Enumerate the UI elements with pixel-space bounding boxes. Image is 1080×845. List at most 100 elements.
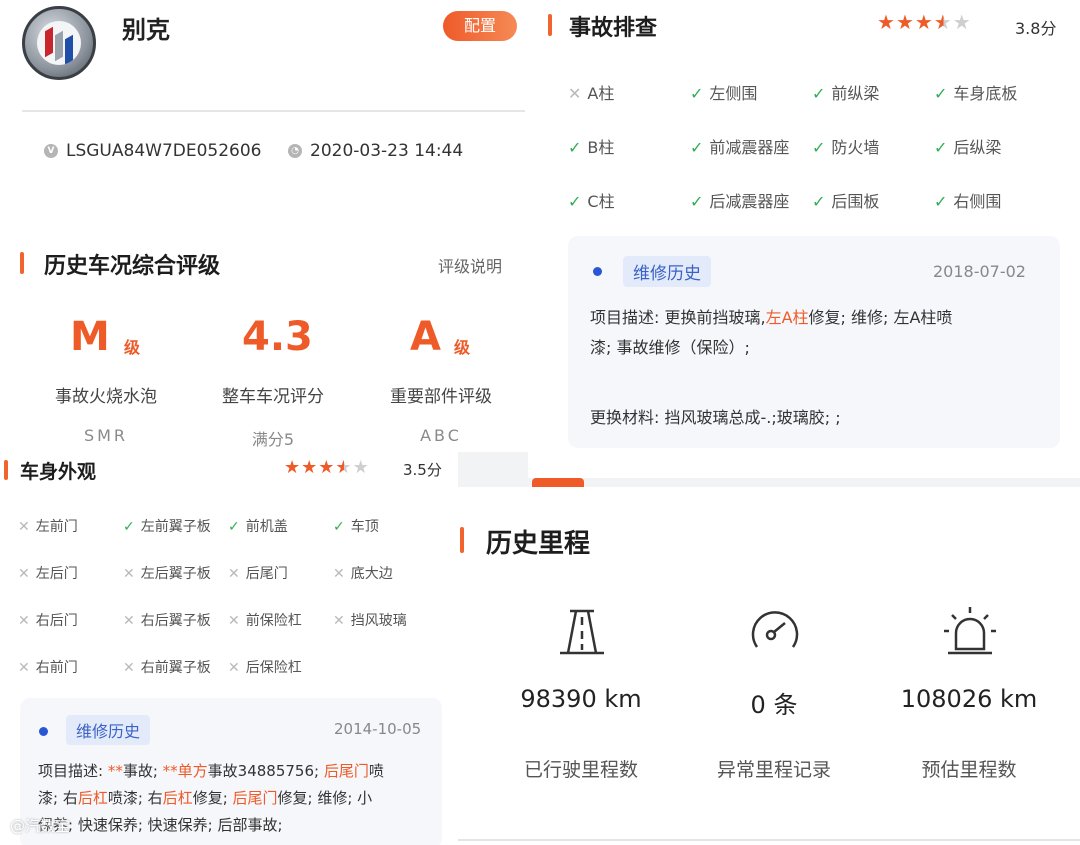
text-part: 项目描述:: [38, 762, 108, 780]
estimated-mileage-value: 108026 km: [900, 685, 1038, 713]
check-icon: ✓: [568, 192, 582, 211]
accident-star-rating: ★★★★★: [877, 10, 972, 34]
text-part: 喷漆; 右: [107, 789, 163, 807]
repair-description-cont: 漆; 事故维修（保险）;: [590, 338, 750, 357]
section-accent: [548, 14, 552, 36]
check-item: ✕ 右后门: [18, 610, 78, 630]
text-part: 事故34885756;: [207, 762, 324, 780]
check-icon: ✓: [934, 192, 948, 211]
text-part: 修复; 维修; 左A柱喷: [808, 308, 953, 327]
body-appearance-section: 车身外观 ★★★★★ 3.5分 ✕ 左前门 ✓ 左前翼子板 ✓ 前机盖 ✓ 车顶 ✕ 左后门 ✕ 左后…: [0, 452, 458, 845]
vin-text: LSGUA84W7DE052606: [66, 141, 262, 161]
check-item-label: 左后翼子板: [140, 566, 211, 582]
check-item: ✕ 后尾门: [228, 563, 288, 583]
check-icon: ✓: [812, 138, 826, 157]
check-item-label: 后纵梁: [953, 138, 1002, 157]
check-item: ✓ 前减震器座: [690, 134, 789, 158]
rating-title: 历史车况综合评级: [44, 254, 221, 279]
repair-date: 2014-10-05: [334, 720, 422, 738]
check-item-label: 前减震器座: [709, 138, 790, 157]
cross-icon: ✕: [123, 660, 135, 676]
check-icon: ✓: [812, 192, 826, 211]
repair-description: 项目描述: 更换前挡玻璃,左A柱修复; 维修; 左A柱喷: [590, 304, 1050, 332]
text-part: 喷: [368, 762, 384, 780]
abnormal-records-label: 异常里程记录: [716, 759, 831, 781]
check-item: ✕ 右后翼子板: [123, 610, 211, 630]
highlighted-part: 左A柱: [765, 308, 809, 327]
text-part: 修复;: [192, 789, 233, 807]
check-icon: ✓: [690, 192, 704, 211]
gauge-icon: [751, 611, 799, 648]
check-icon: ✓: [568, 138, 582, 157]
check-item-label: 左前翼子板: [140, 519, 211, 535]
text-part: 修复; 维修; 小: [277, 789, 373, 807]
datetime-text: 2020-03-23 14:44: [310, 141, 464, 161]
grade-parts-label: 重要部件评级: [390, 387, 492, 407]
divider: [22, 110, 525, 112]
highlighted-part: 后尾门: [323, 762, 369, 780]
accident-title: 事故排查: [569, 16, 658, 41]
cross-icon: ✕: [18, 566, 30, 582]
check-item-label: 左前门: [35, 519, 78, 535]
check-item: ✕ 左后门: [18, 563, 78, 583]
overall-rating-section: 历史车况综合评级 评级说明 M 级 事故火烧水泡 SMR 4.3 整车车况评分 …: [0, 196, 528, 452]
check-item: ✕ 底大边: [333, 563, 393, 583]
mileage-title: 历史里程: [486, 529, 591, 559]
check-item: ✕ 挡风玻璃: [333, 610, 407, 630]
divider: [458, 839, 1080, 841]
check-icon: ✓: [934, 84, 948, 103]
highlighted-part: 后杠: [162, 789, 193, 807]
check-item: ✓ B柱: [568, 134, 614, 158]
cross-icon: ✕: [228, 613, 240, 629]
section-accent: [4, 460, 8, 480]
driven-mileage-value: 98390 km: [520, 685, 642, 713]
accident-check-section: 事故排查 ★★★★★ 3.8分 ✕ A柱 ✓ 左侧围 ✓ 前纵梁 ✓ 车身底板 ✓ B柱 ✓ 前减震器…: [528, 0, 1080, 478]
grade-smr-unit: 级: [124, 338, 141, 357]
highlighted-part: **: [107, 762, 123, 780]
check-item-label: A柱: [587, 84, 615, 103]
timeline-dot: [593, 267, 602, 276]
check-item-label: 底大边: [350, 566, 393, 582]
config-button[interactable]: 配置: [443, 11, 517, 41]
check-item-label: 防火墙: [831, 138, 880, 157]
check-item-label: 车身底板: [953, 84, 1018, 103]
check-item-label: B柱: [587, 138, 615, 157]
section-accent: [20, 252, 24, 274]
section-accent: [460, 527, 464, 553]
datetime-row: ◔ 2020-03-23 14:44: [288, 141, 463, 161]
cross-icon: ✕: [123, 566, 135, 582]
check-item: ✓ 前机盖: [228, 516, 288, 536]
check-icon: ✓: [934, 138, 948, 157]
body-star-rating: ★★★★★: [284, 457, 370, 478]
check-item-label: C柱: [587, 192, 615, 211]
text-part: 保养; 快速保养; 快速保养; 后部事故;: [38, 816, 283, 834]
grade-smr-value: M: [70, 314, 110, 360]
check-icon: ✓: [690, 84, 704, 103]
highlighted-part: **单方: [162, 762, 208, 780]
highlighted-part: 后杠: [77, 789, 108, 807]
check-item: ✓ 右侧围: [934, 188, 1001, 212]
accident-score: 3.8分: [1015, 19, 1057, 38]
check-item-label: 后尾门: [245, 566, 288, 582]
check-item: ✕ 前保险杠: [228, 610, 302, 630]
cross-icon: ✕: [228, 566, 240, 582]
cross-icon: ✕: [228, 660, 240, 676]
watermark: @汽数宝: [10, 817, 71, 835]
check-item-label: 车顶: [350, 519, 379, 535]
alarm-light-icon: [944, 607, 996, 655]
repair-date: 2018-07-02: [933, 262, 1026, 281]
check-item-label: 前保险杠: [245, 613, 302, 629]
check-item-label: 后减震器座: [709, 192, 790, 211]
check-icon: ✓: [228, 519, 240, 535]
mileage-history-section: 历史里程 98390 km 已行驶里程数 0 条 异常里程记录 108026 k…: [458, 487, 1080, 845]
check-item-label: 前纵梁: [831, 84, 880, 103]
text-part: 事故;: [122, 762, 163, 780]
check-item-label: 前机盖: [245, 519, 288, 535]
check-item-label: 后围板: [831, 192, 880, 211]
check-item: ✕ 后保险杠: [228, 657, 302, 677]
rating-help-link[interactable]: 评级说明: [438, 253, 502, 277]
grade-parts-sub: ABC: [420, 426, 462, 445]
clock-icon: ◔: [288, 144, 302, 158]
check-item: ✓ 后围板: [812, 188, 879, 212]
check-item: ✕ A柱: [568, 80, 614, 104]
